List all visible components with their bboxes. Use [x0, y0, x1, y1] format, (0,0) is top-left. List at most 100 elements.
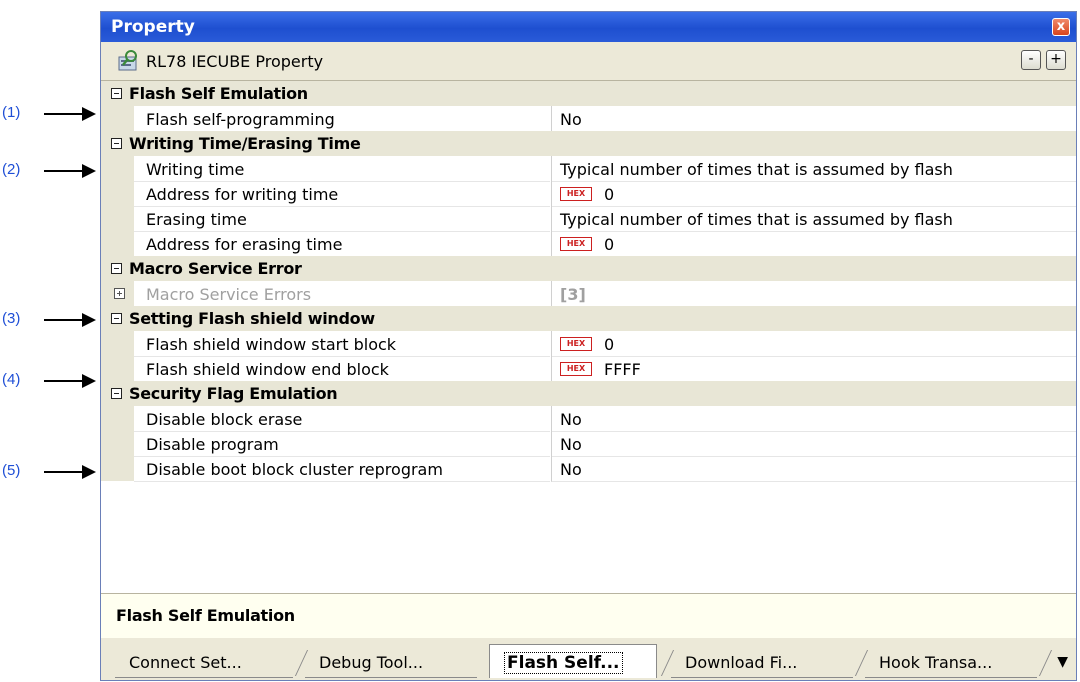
tab-separator [1038, 650, 1053, 676]
close-button[interactable]: x [1052, 18, 1070, 36]
tab-debug-tool-settings[interactable]: Debug Tool... [305, 648, 477, 678]
tab-bar: Connect Set... Debug Tool... Flash Self.… [101, 638, 1076, 680]
callout-number: (3) [2, 310, 21, 327]
property-key-label: Flash shield window end block [146, 360, 389, 379]
property-value-text: No [560, 435, 582, 454]
property-key: Macro Service Errors [134, 281, 550, 307]
property-value[interactable]: No [551, 406, 1076, 432]
row-gutter [101, 456, 134, 481]
hex-badge-icon: HEX [560, 237, 592, 251]
category-writing-erasing-time[interactable]: Writing Time/Erasing Time [101, 131, 1076, 156]
row-gutter [101, 206, 134, 231]
property-value[interactable]: No [551, 106, 1076, 132]
property-value-text: Typical number of times that is assumed … [560, 160, 953, 179]
property-sheet-icon [118, 50, 137, 71]
property-value[interactable]: No [551, 456, 1076, 482]
property-key: Flash shield window end block [134, 356, 550, 382]
property-value-text: [3] [560, 285, 586, 304]
row-gutter [101, 406, 134, 431]
arrow-head-icon [82, 313, 96, 327]
property-row-erasing-time[interactable]: Erasing time Typical number of times tha… [101, 206, 1076, 232]
hex-badge-icon: HEX [560, 337, 592, 351]
hex-badge-icon: HEX [560, 187, 592, 201]
property-value-text: FFFF [604, 360, 641, 379]
tab-label: Download Fi... [685, 653, 798, 672]
property-value[interactable]: HEX FFFF [551, 356, 1076, 382]
category-label: Flash Self Emulation [129, 84, 308, 103]
property-key: Disable block erase [134, 406, 550, 432]
callout-arrow-line [44, 319, 84, 321]
property-value-text: No [560, 460, 582, 479]
property-value[interactable]: Typical number of times that is assumed … [551, 156, 1076, 182]
callout-arrow-line [44, 170, 84, 172]
property-row-shield-end-block[interactable]: Flash shield window end block HEX FFFF [101, 356, 1076, 382]
callout-arrow-line [44, 471, 84, 473]
property-grid: Flash Self Emulation Flash self-programm… [101, 81, 1076, 586]
property-row-writing-time[interactable]: Writing time Typical number of times tha… [101, 156, 1076, 182]
panel-title: Property [111, 17, 195, 37]
collapse-toggle-icon[interactable] [111, 138, 122, 149]
expand-all-button[interactable]: + [1046, 50, 1066, 70]
hex-badge-icon: HEX [560, 362, 592, 376]
tab-connect-settings[interactable]: Connect Set... [115, 648, 293, 678]
category-label: Macro Service Error [129, 259, 302, 278]
property-row-flash-self-programming[interactable]: Flash self-programming No [101, 106, 1076, 132]
callout-number: (1) [2, 104, 21, 121]
category-macro-service-error[interactable]: Macro Service Error [101, 256, 1076, 281]
property-header: RL78 IECUBE Property - + [101, 42, 1076, 81]
property-value[interactable]: No [551, 431, 1076, 457]
property-key: Address for writing time [134, 181, 550, 207]
tab-flash-self-emulation[interactable]: Flash Self... [489, 644, 657, 678]
arrow-head-icon [82, 465, 96, 479]
property-row-disable-block-erase[interactable]: Disable block erase No [101, 406, 1076, 432]
property-key-label: Flash shield window start block [146, 335, 397, 354]
collapse-toggle-icon[interactable] [111, 263, 122, 274]
collapse-all-button[interactable]: - [1021, 50, 1041, 70]
minus-icon: - [1028, 51, 1034, 67]
property-row-shield-start-block[interactable]: Flash shield window start block HEX 0 [101, 331, 1076, 357]
property-row-macro-service-errors[interactable]: Macro Service Errors [3] [101, 281, 1076, 307]
close-icon: x [1056, 19, 1066, 34]
property-value-text: No [560, 410, 582, 429]
category-label: Setting Flash shield window [129, 309, 375, 328]
row-gutter [101, 431, 134, 456]
property-description: Flash Self Emulation [101, 593, 1076, 639]
property-key-label: Writing time [146, 160, 245, 179]
property-row-address-erasing-time[interactable]: Address for erasing time HEX 0 [101, 231, 1076, 257]
property-row-disable-boot-block[interactable]: Disable boot block cluster reprogram No [101, 456, 1076, 482]
title-bar[interactable]: Property x [101, 12, 1076, 42]
property-value-text: No [560, 110, 582, 129]
property-value[interactable]: HEX 0 [551, 331, 1076, 357]
plus-icon: + [1050, 51, 1062, 67]
property-key-label: Disable boot block cluster reprogram [146, 460, 443, 479]
tab-hook-transaction-settings[interactable]: Hook Transa... [865, 648, 1037, 678]
property-row-address-writing-time[interactable]: Address for writing time HEX 0 [101, 181, 1076, 207]
property-key-label: Disable block erase [146, 410, 303, 429]
property-key-label: Macro Service Errors [146, 285, 312, 304]
expand-toggle-icon[interactable] [114, 288, 125, 299]
property-value-text: 0 [604, 335, 615, 354]
tab-overflow-icon[interactable]: ▼ [1057, 654, 1068, 670]
callout-3: (3) [0, 310, 100, 330]
property-value[interactable]: Typical number of times that is assumed … [551, 206, 1076, 232]
property-value[interactable]: HEX 0 [551, 181, 1076, 207]
property-value-text: 0 [604, 185, 615, 204]
category-flash-self-emulation[interactable]: Flash Self Emulation [101, 81, 1076, 106]
callout-2: (2) [0, 161, 100, 181]
description-text: Flash Self Emulation [116, 606, 295, 625]
collapse-toggle-icon[interactable] [111, 313, 122, 324]
callout-arrow-line [44, 113, 84, 115]
category-security-flag-emulation[interactable]: Security Flag Emulation [101, 381, 1076, 406]
row-gutter [101, 181, 134, 206]
category-flash-shield-window[interactable]: Setting Flash shield window [101, 306, 1076, 331]
property-value-text: Typical number of times that is assumed … [560, 210, 953, 229]
collapse-toggle-icon[interactable] [111, 388, 122, 399]
tab-download-file-settings[interactable]: Download Fi... [671, 648, 853, 678]
callout-number: (5) [2, 462, 21, 479]
property-row-disable-program[interactable]: Disable program No [101, 431, 1076, 457]
collapse-toggle-icon[interactable] [111, 88, 122, 99]
callout-number: (4) [2, 371, 21, 388]
property-key-label: Disable program [146, 435, 279, 454]
tab-label: Connect Set... [129, 653, 242, 672]
property-value[interactable]: HEX 0 [551, 231, 1076, 257]
